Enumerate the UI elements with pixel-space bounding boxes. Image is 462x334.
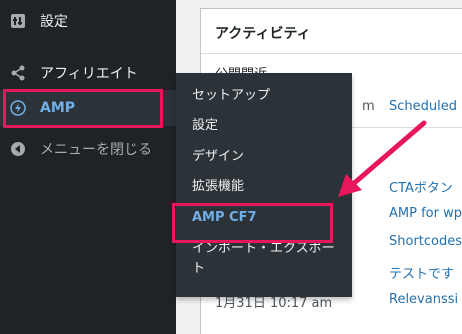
submenu-item-design[interactable]: デザイン — [192, 147, 244, 167]
submenu-item-extensions[interactable]: 拡張機能 — [192, 177, 244, 197]
sidebar-item-label: アフィリエイト — [40, 66, 138, 82]
admin-sidebar: 設定 アフィリエイト AMP メニューを閉じる — [0, 0, 176, 334]
submenu-item-settings[interactable]: 設定 — [192, 116, 218, 136]
scheduled-link[interactable]: Scheduled — [389, 99, 457, 114]
highlight-box-amp — [3, 89, 163, 128]
submenu-item-import-export[interactable]: インポート・エクスポート — [192, 239, 344, 279]
post-link[interactable]: CTAボタン — [389, 177, 453, 196]
scheduled-meta: m — [362, 99, 375, 114]
divider — [201, 53, 462, 54]
sidebar-item-label: メニューを閉じる — [40, 142, 152, 158]
settings-icon — [10, 13, 26, 29]
sidebar-item-affiliate[interactable]: アフィリエイト — [0, 55, 176, 91]
post-link[interactable]: Shortcodes — [389, 234, 462, 249]
amp-submenu: セットアップ 設定 デザイン 拡張機能 AMP CF7 インポート・エクスポート — [176, 73, 352, 297]
highlight-box-amp-cf7 — [172, 203, 333, 243]
collapse-menu-button[interactable]: メニューを閉じる — [0, 131, 176, 167]
post-link[interactable]: Relevanssi — [389, 292, 458, 307]
collapse-arrow-icon — [10, 141, 26, 157]
sidebar-item-label: 設定 — [40, 14, 68, 30]
sidebar-item-settings[interactable]: 設定 — [0, 3, 176, 39]
submenu-item-setup[interactable]: セットアップ — [192, 86, 270, 106]
activity-title: アクティビティ — [215, 26, 311, 42]
share-icon — [10, 65, 26, 81]
post-link[interactable]: AMP for wp — [389, 206, 462, 221]
post-link[interactable]: テストです — [389, 263, 454, 282]
